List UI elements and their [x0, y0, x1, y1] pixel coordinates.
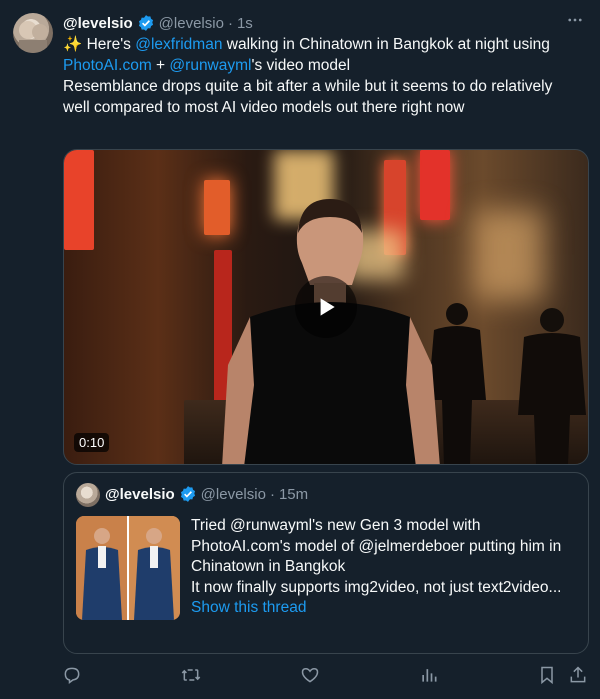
tweet-line-4: well compared to most AI video models ou…: [63, 99, 465, 116]
bookmark-icon[interactable]: [536, 664, 558, 686]
verified-badge-icon: [179, 485, 197, 503]
analytics-icon[interactable]: [418, 664, 440, 686]
separator-dot: ·: [269, 485, 275, 503]
quoted-line-4: It now finally supports img2video, not j…: [191, 578, 562, 596]
quoted-text: Tried @runwayml's new Gen 3 model with P…: [191, 516, 581, 619]
quoted-line-3: Chinatown in Bangkok: [191, 558, 346, 575]
share-icon[interactable]: [567, 664, 589, 686]
avatar[interactable]: [13, 13, 53, 53]
tweet-line-1: ✨ Here's @lexfridman walking in Chinatow…: [63, 34, 583, 55]
display-name[interactable]: @levelsio: [63, 15, 133, 32]
text-segment: ✨ Here's: [63, 36, 136, 53]
more-horizontal-icon[interactable]: [566, 11, 584, 29]
handle[interactable]: @levelsio: [159, 15, 224, 32]
tweet-line-2: PhotoAI.com + @runwayml's video model: [63, 55, 583, 76]
light-glow: [474, 210, 544, 300]
red-sign: [64, 150, 94, 250]
timestamp[interactable]: 1s: [237, 15, 253, 32]
quoted-tweet[interactable]: @levelsio @levelsio · 15m Tried @runwaym…: [63, 472, 589, 654]
tweet-text: ✨ Here's @lexfridman walking in Chinatow…: [63, 34, 583, 118]
quoted-header: @levelsio @levelsio · 15m: [105, 485, 308, 503]
video-duration: 0:10: [74, 433, 110, 452]
verified-badge-icon: [137, 14, 155, 32]
quoted-line-2: PhotoAI.com's model of @jelmerdeboer put…: [191, 537, 562, 555]
quoted-thumbnail: [76, 516, 180, 620]
video-player[interactable]: 0:10: [63, 149, 589, 465]
mention-lexfridman[interactable]: @lexfridman: [135, 36, 222, 53]
separator-dot: ·: [227, 14, 233, 32]
tweet-line-3: Resemblance drops quite a bit after a wh…: [63, 78, 553, 95]
walker-silhouette: [518, 308, 586, 464]
action-bar: [0, 664, 600, 690]
play-button[interactable]: [295, 276, 357, 338]
quoted-timestamp: 15m: [278, 485, 309, 503]
play-icon: [313, 294, 339, 320]
text-segment: walking in Chinatown in Bangkok at night…: [222, 36, 550, 53]
quoted-handle: @levelsio: [200, 485, 266, 503]
tweet-header: @levelsio @levelsio · 1s: [63, 12, 584, 34]
like-icon[interactable]: [299, 664, 321, 686]
quoted-line-1: Tried @runwayml's new Gen 3 model with: [191, 517, 481, 534]
text-segment: +: [151, 57, 170, 74]
mention-runwayml[interactable]: @runwayml: [169, 57, 251, 74]
quoted-avatar: [76, 483, 100, 507]
link-photoai[interactable]: PhotoAI.com: [63, 57, 152, 74]
text-segment: 's video model: [251, 57, 351, 74]
reply-icon[interactable]: [61, 664, 83, 686]
retweet-icon[interactable]: [180, 664, 202, 686]
quoted-display-name: @levelsio: [105, 485, 175, 503]
show-thread-link[interactable]: Show this thread: [191, 598, 581, 619]
